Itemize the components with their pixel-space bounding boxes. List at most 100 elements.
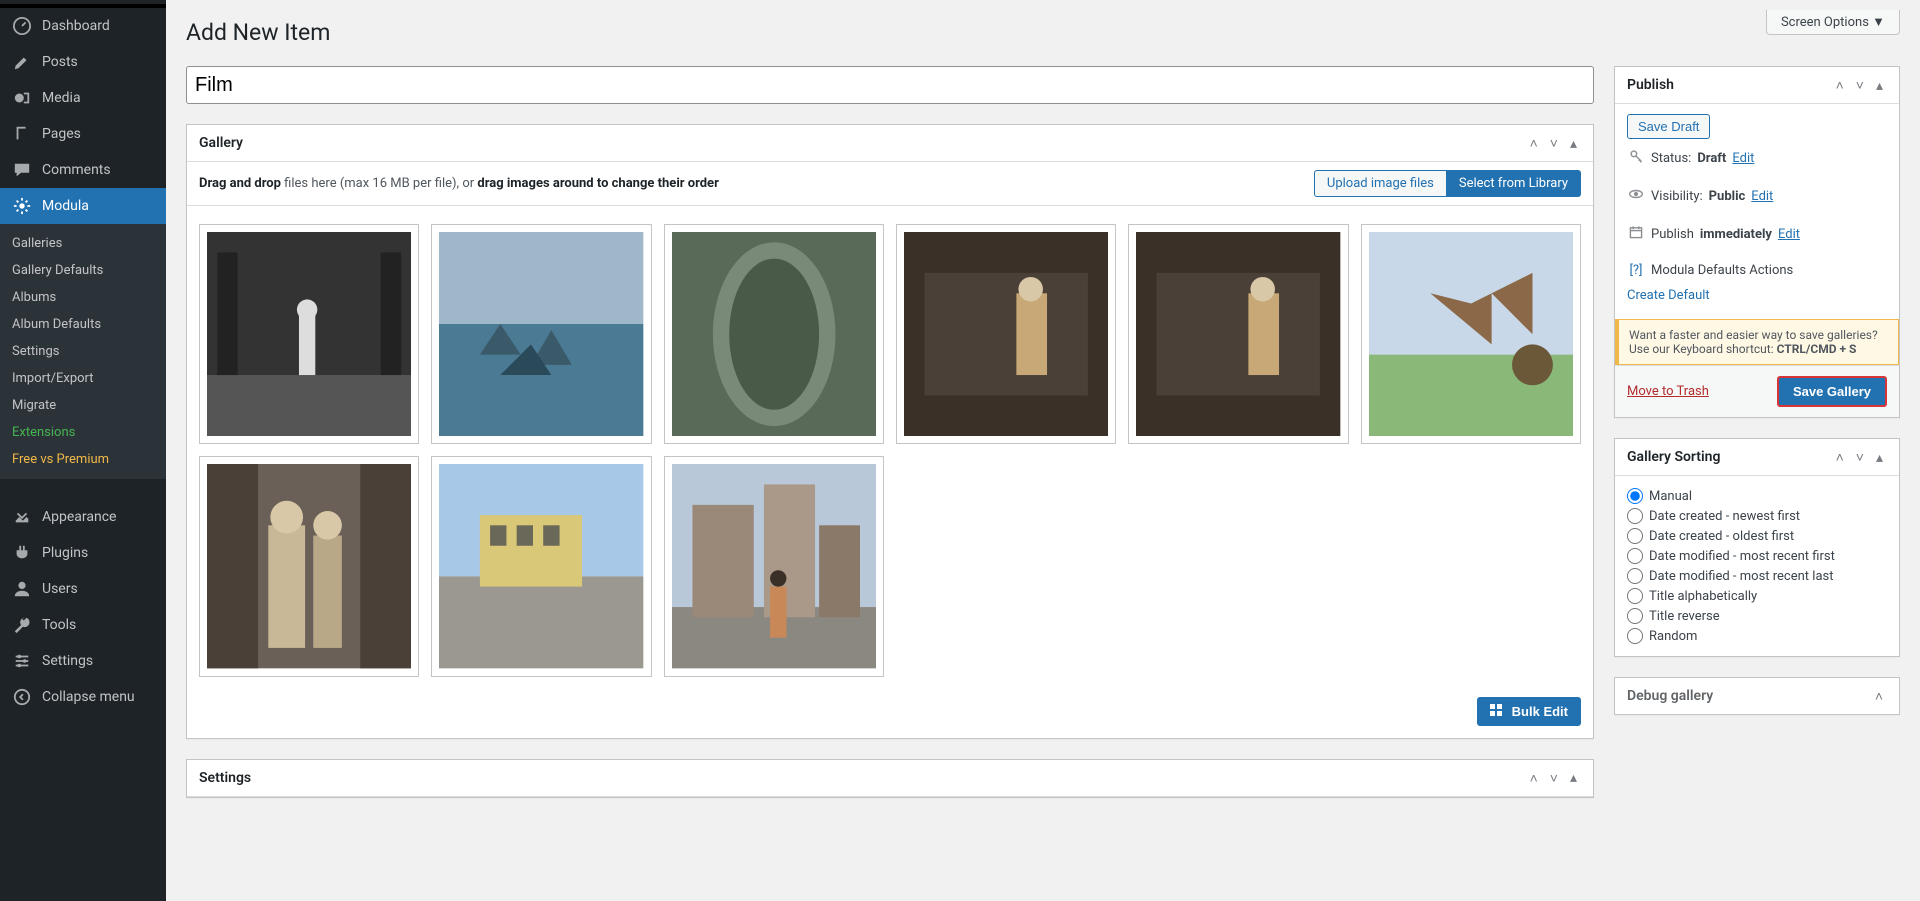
visibility-row: Visibility: Public Edit: [1615, 177, 1899, 215]
shortcut-tip: Want a faster and easier way to save gal…: [1615, 319, 1899, 365]
sidebar-label: Users: [42, 581, 78, 597]
settings-heading: Settings: [199, 760, 251, 796]
move-down-button[interactable]: ˅: [1546, 131, 1562, 155]
gallery-thumb[interactable]: [1128, 224, 1348, 444]
sidebar-sub-galleries[interactable]: Galleries: [0, 230, 166, 257]
sidebar-item-users[interactable]: Users: [0, 571, 166, 607]
sidebar-sub-extensions[interactable]: Extensions: [0, 419, 166, 446]
gallery-thumb[interactable]: [431, 456, 651, 676]
sidebar-item-dashboard[interactable]: Dashboard: [0, 8, 166, 44]
gallery-thumb[interactable]: [199, 456, 419, 676]
plugins-icon: [12, 543, 32, 563]
sidebar-item-tools[interactable]: Tools: [0, 607, 166, 643]
bulk-edit-button[interactable]: Bulk Edit: [1477, 697, 1581, 726]
gallery-thumb[interactable]: [664, 224, 884, 444]
sidebar-item-media[interactable]: Media: [0, 80, 166, 116]
panel-toggle-button[interactable]: ▴: [1566, 765, 1581, 790]
key-icon: [1627, 149, 1645, 167]
media-icon: [12, 88, 32, 108]
upload-image-files-button[interactable]: Upload image files: [1314, 170, 1446, 197]
sort-option-created-oldest[interactable]: Date created - oldest first: [1627, 526, 1887, 546]
sidebar-sub-albums[interactable]: Albums: [0, 284, 166, 311]
visibility-edit-link[interactable]: Edit: [1751, 189, 1773, 204]
calendar-icon: [1627, 225, 1645, 243]
appearance-icon: [12, 507, 32, 527]
save-gallery-button[interactable]: Save Gallery: [1777, 376, 1887, 407]
sort-option-title-alpha[interactable]: Title alphabetically: [1627, 586, 1887, 606]
panel-toggle-button[interactable]: ▴: [1566, 131, 1581, 156]
eye-icon: [1627, 187, 1645, 205]
debug-heading: Debug gallery: [1627, 678, 1713, 714]
gallery-thumb[interactable]: [664, 456, 884, 676]
sidebar-label: Tools: [42, 617, 76, 633]
post-title-input[interactable]: [186, 66, 1594, 104]
status-row: Status: Draft Edit: [1615, 139, 1899, 177]
uploader-instructions: Drag and drop files here (max 16 MB per …: [199, 176, 719, 191]
collapse-icon: [12, 687, 32, 707]
sidebar-submenu-modula: Galleries Gallery Defaults Albums Album …: [0, 224, 166, 479]
move-up-button[interactable]: ˄: [1832, 73, 1848, 97]
settings-panel: Settings ˄ ˅ ▴: [186, 759, 1594, 798]
defaults-actions-row: [?] Modula Defaults Actions: [1615, 253, 1899, 288]
schedule-edit-link[interactable]: Edit: [1778, 227, 1800, 242]
move-up-button[interactable]: ˄: [1832, 445, 1848, 469]
sidebar-sub-free-vs-premium[interactable]: Free vs Premium: [0, 446, 166, 473]
sidebar-item-modula[interactable]: Modula: [0, 188, 166, 224]
gallery-thumb[interactable]: [199, 224, 419, 444]
sidebar-label: Dashboard: [42, 18, 110, 34]
save-draft-button[interactable]: Save Draft: [1627, 114, 1710, 139]
sort-option-title-reverse[interactable]: Title reverse: [1627, 606, 1887, 626]
sidebar-label: Modula: [42, 198, 89, 214]
gallery-thumb[interactable]: [896, 224, 1116, 444]
sort-option-modified-recent-last[interactable]: Date modified - most recent last: [1627, 566, 1887, 586]
create-default-link[interactable]: Create Default: [1627, 288, 1710, 303]
sort-option-created-newest[interactable]: Date created - newest first: [1627, 506, 1887, 526]
main-content: Screen Options ▼ Add New Item Gallery ˄ …: [166, 0, 1920, 901]
settings-icon: [12, 651, 32, 671]
sidebar-label: Settings: [42, 653, 93, 669]
panel-toggle-button[interactable]: ▴: [1872, 445, 1887, 470]
sidebar-item-comments[interactable]: Comments: [0, 152, 166, 188]
move-down-button[interactable]: ˅: [1546, 766, 1562, 790]
move-to-trash-link[interactable]: Move to Trash: [1627, 384, 1709, 399]
tools-icon: [12, 615, 32, 635]
panel-toggle-button[interactable]: ▴: [1872, 73, 1887, 98]
gallery-thumb[interactable]: [1361, 224, 1581, 444]
sort-option-modified-recent-first[interactable]: Date modified - most recent first: [1627, 546, 1887, 566]
move-up-button[interactable]: ˄: [1871, 684, 1887, 708]
move-up-button[interactable]: ˄: [1526, 766, 1542, 790]
users-icon: [12, 579, 32, 599]
sort-option-random[interactable]: Random: [1627, 626, 1887, 646]
publish-heading: Publish: [1627, 67, 1674, 103]
schedule-row: Publish immediately Edit: [1615, 215, 1899, 253]
move-up-button[interactable]: ˄: [1526, 131, 1542, 155]
sidebar-label: Pages: [42, 126, 81, 142]
status-edit-link[interactable]: Edit: [1732, 151, 1754, 166]
dashboard-icon: [12, 16, 32, 36]
pages-icon: [12, 124, 32, 144]
sidebar-sub-gallery-defaults[interactable]: Gallery Defaults: [0, 257, 166, 284]
sort-option-manual[interactable]: Manual: [1627, 486, 1887, 506]
sidebar-item-pages[interactable]: Pages: [0, 116, 166, 152]
publish-panel: Publish ˄ ˅ ▴ Save Draft S: [1614, 66, 1900, 418]
modula-icon: [12, 196, 32, 216]
sidebar-item-appearance[interactable]: Appearance: [0, 499, 166, 535]
grid-icon: [1490, 704, 1506, 719]
sidebar-label: Plugins: [42, 545, 88, 561]
sidebar-label: Collapse menu: [42, 689, 135, 705]
sidebar-item-plugins[interactable]: Plugins: [0, 535, 166, 571]
sidebar-sub-import-export[interactable]: Import/Export: [0, 365, 166, 392]
sidebar-item-collapse[interactable]: Collapse menu: [0, 679, 166, 715]
sidebar-item-posts[interactable]: Posts: [0, 44, 166, 80]
sidebar-sub-settings[interactable]: Settings: [0, 338, 166, 365]
page-title: Add New Item: [186, 10, 1900, 66]
move-down-button[interactable]: ˅: [1852, 445, 1868, 469]
move-down-button[interactable]: ˅: [1852, 73, 1868, 97]
sidebar-sub-album-defaults[interactable]: Album Defaults: [0, 311, 166, 338]
gallery-panel: Gallery ˄ ˅ ▴ Drag and drop files here (…: [186, 124, 1594, 739]
sidebar-item-settings[interactable]: Settings: [0, 643, 166, 679]
screen-options-toggle[interactable]: Screen Options ▼: [1766, 10, 1900, 35]
select-from-library-button[interactable]: Select from Library: [1446, 170, 1581, 197]
gallery-thumb[interactable]: [431, 224, 651, 444]
sidebar-sub-migrate[interactable]: Migrate: [0, 392, 166, 419]
